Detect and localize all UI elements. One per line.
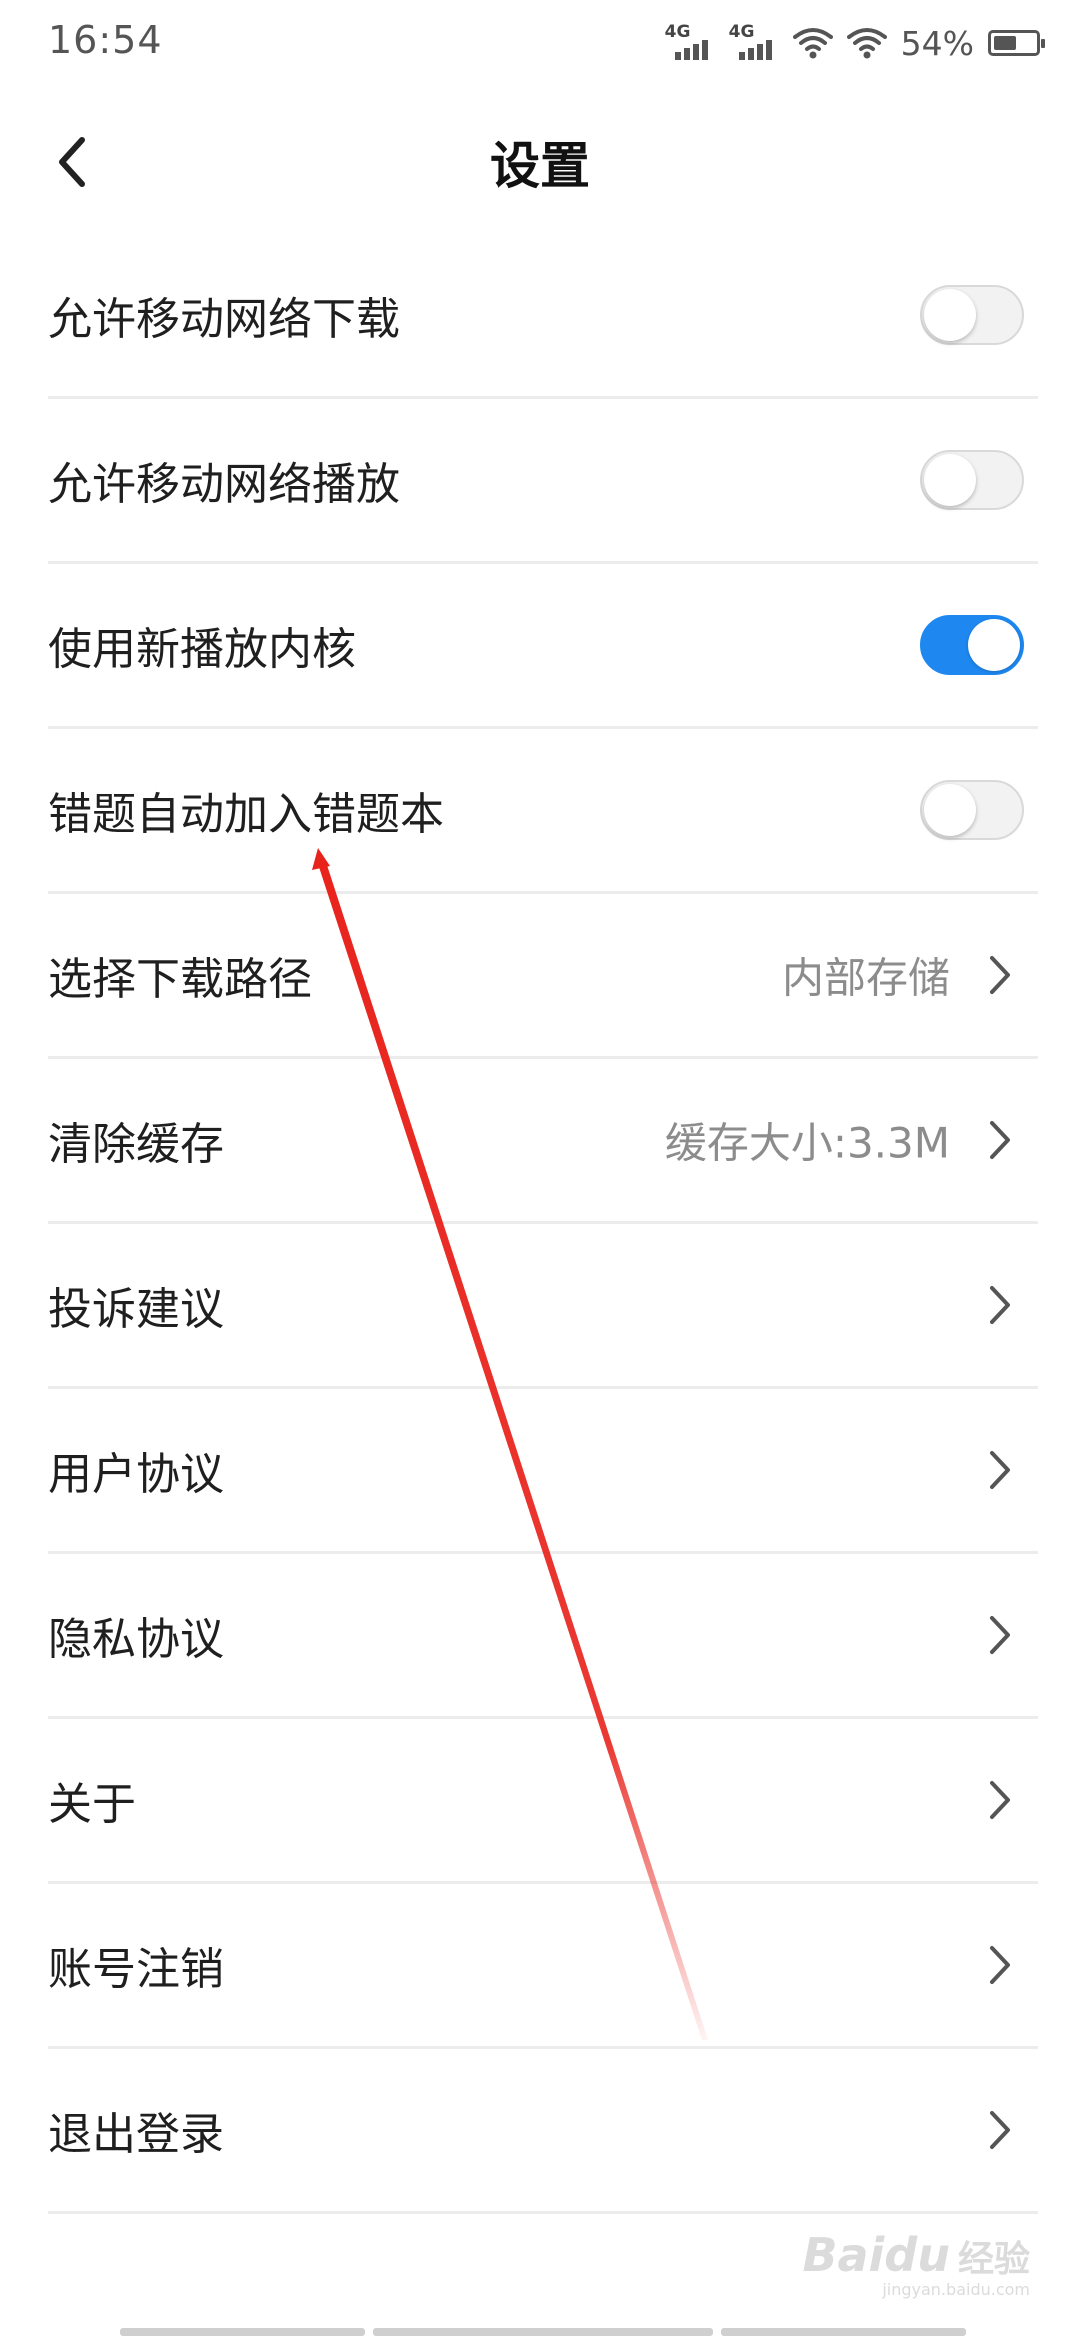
setting-row-mobile-download: 允许移动网络下载 <box>48 234 1038 399</box>
nav-bar: 设置 <box>0 96 1080 228</box>
setting-row-privacy-policy[interactable]: 隐私协议 <box>48 1554 1038 1719</box>
mobile-playback-toggle[interactable] <box>920 450 1024 510</box>
watermark-url: jingyan.baidu.com <box>882 2280 1030 2299</box>
chevron-right-icon <box>982 1281 1018 1329</box>
network-type-label: 4G <box>728 22 755 42</box>
setting-label: 用户协议 <box>48 1449 224 1500</box>
setting-label: 退出登录 <box>48 2109 224 2160</box>
setting-label: 允许移动网络播放 <box>48 459 400 510</box>
chevron-right-icon <box>982 951 1018 999</box>
toggle-knob <box>924 289 976 341</box>
signal-icon: 4G <box>664 22 715 62</box>
battery-icon <box>988 30 1045 56</box>
setting-label: 隐私协议 <box>48 1614 224 1665</box>
watermark-brand: Baidu <box>802 2228 950 2282</box>
setting-label: 使用新播放内核 <box>48 624 356 675</box>
chevron-right-icon <box>982 1611 1018 1659</box>
toggle-knob <box>924 454 976 506</box>
baidu-jingyan-watermark: Baidu 经验 jingyan.baidu.com <box>802 2228 1030 2299</box>
setting-row-about[interactable]: 关于 <box>48 1719 1038 1884</box>
setting-row-delete-account[interactable]: 账号注销 <box>48 1884 1038 2049</box>
chevron-right-icon <box>982 2106 1018 2154</box>
setting-label: 投诉建议 <box>48 1284 224 1335</box>
settings-screen: 16:54 4G 4G 54% 设置 允许移动网络下载 允许移动网络播放 使用新… <box>0 0 1080 2340</box>
chevron-right-icon <box>982 1116 1018 1164</box>
toggle-knob <box>968 619 1020 671</box>
wifi-icon <box>846 28 887 59</box>
status-icons: 4G 4G 54% <box>664 20 1045 66</box>
setting-row-user-agreement[interactable]: 用户协议 <box>48 1389 1038 1554</box>
battery-level <box>994 36 1016 50</box>
status-time: 16:54 <box>48 18 163 62</box>
setting-value: 内部存储 <box>781 953 950 1003</box>
signal-icon: 4G <box>728 22 779 62</box>
setting-label: 账号注销 <box>48 1944 224 1995</box>
chevron-right-icon <box>982 1941 1018 1989</box>
setting-row-new-player-core: 使用新播放内核 <box>48 564 1038 729</box>
setting-row-clear-cache[interactable]: 清除缓存 缓存大小:3.3M <box>48 1059 1038 1224</box>
toggle-knob <box>924 784 976 836</box>
mobile-download-toggle[interactable] <box>920 285 1024 345</box>
setting-row-download-path[interactable]: 选择下载路径 内部存储 <box>48 894 1038 1059</box>
chevron-right-icon <box>982 1446 1018 1494</box>
wifi-icon <box>792 28 833 59</box>
setting-row-mobile-playback: 允许移动网络播放 <box>48 399 1038 564</box>
watermark-sub: 经验 <box>957 2239 1030 2280</box>
new-player-core-toggle[interactable] <box>920 615 1024 675</box>
setting-row-feedback[interactable]: 投诉建议 <box>48 1224 1038 1389</box>
page-title: 设置 <box>490 137 590 195</box>
battery-percent: 54% <box>900 23 974 63</box>
setting-label: 清除缓存 <box>48 1119 224 1170</box>
setting-label: 错题自动加入错题本 <box>48 789 444 840</box>
setting-label: 允许移动网络下载 <box>48 294 400 345</box>
setting-value: 缓存大小:3.3M <box>664 1118 950 1168</box>
auto-add-mistakes-toggle[interactable] <box>920 780 1024 840</box>
setting-row-logout[interactable]: 退出登录 <box>48 2049 1038 2214</box>
status-bar: 16:54 4G 4G 54% <box>0 0 1080 84</box>
setting-label: 选择下载路径 <box>48 954 312 1005</box>
setting-label: 关于 <box>48 1779 136 1830</box>
setting-row-auto-add-mistakes: 错题自动加入错题本 <box>48 729 1038 894</box>
settings-list: 允许移动网络下载 允许移动网络播放 使用新播放内核 错题自动加入错题本 选择下载… <box>48 234 1038 2214</box>
chevron-right-icon <box>982 1776 1018 1824</box>
gesture-bar[interactable] <box>120 2328 970 2336</box>
network-type-label: 4G <box>664 22 691 42</box>
